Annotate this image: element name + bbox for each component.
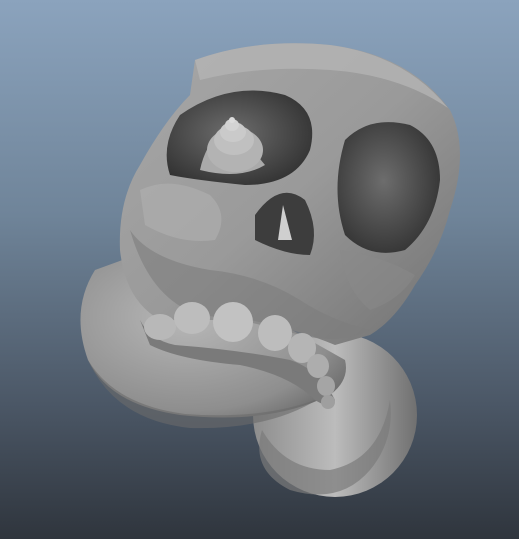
3d-viewport[interactable] — [0, 0, 519, 539]
skull-ring-model[interactable] — [0, 0, 519, 539]
